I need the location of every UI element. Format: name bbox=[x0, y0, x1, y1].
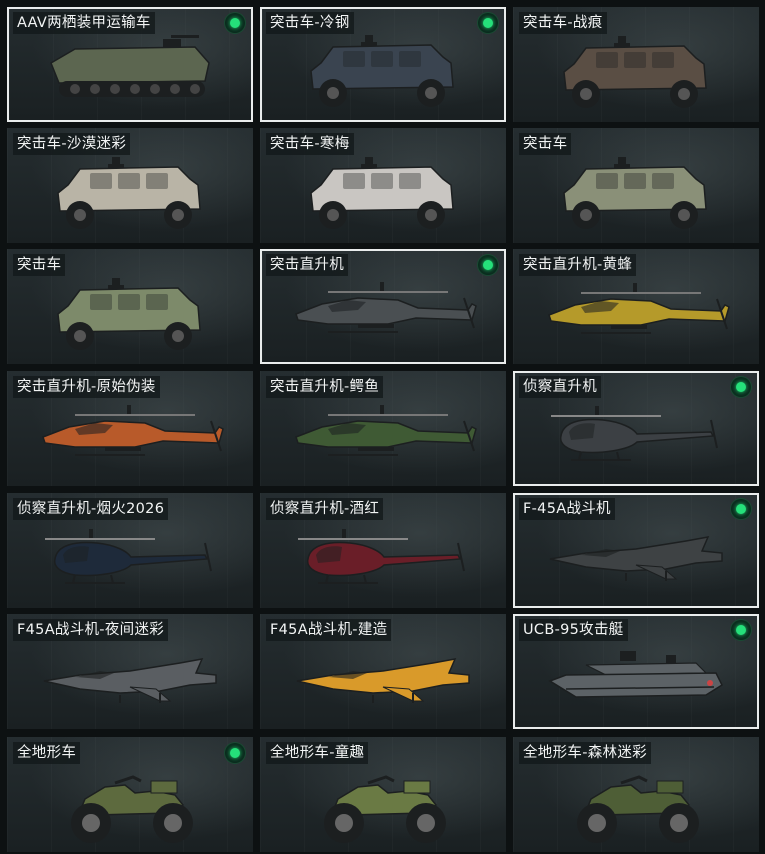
vehicle-name: 全地形车-森林迷彩 bbox=[519, 742, 651, 764]
owned-status-icon bbox=[731, 620, 751, 640]
vehicle-name: 侦察直升机-酒红 bbox=[266, 498, 384, 520]
vehicle-name: UCB-95攻击艇 bbox=[519, 619, 628, 641]
vehicle-name: F45A战斗机-夜间迷彩 bbox=[13, 619, 169, 641]
vehicle-name: 突击车-战痕 bbox=[519, 12, 607, 34]
owned-status-icon bbox=[731, 499, 751, 519]
vehicle-card[interactable]: F45A战斗机-建造 bbox=[260, 614, 506, 729]
owned-status-icon bbox=[731, 377, 751, 397]
vehicle-card[interactable]: 突击直升机-鳄鱼 bbox=[260, 371, 506, 486]
vehicle-name: 突击直升机 bbox=[266, 254, 348, 276]
vehicle-card[interactable]: UCB-95攻击艇 bbox=[513, 614, 759, 729]
vehicle-card[interactable]: AAV两栖装甲运输车 bbox=[7, 7, 253, 122]
vehicle-name: 突击直升机-黄蜂 bbox=[519, 254, 637, 276]
vehicle-name: 侦察直升机-烟火2026 bbox=[13, 498, 169, 520]
vehicle-name: AAV两栖装甲运输车 bbox=[13, 12, 155, 34]
vehicle-name: 突击车-冷钢 bbox=[266, 12, 354, 34]
vehicle-card[interactable]: 侦察直升机-酒红 bbox=[260, 493, 506, 608]
vehicle-name: 突击车 bbox=[13, 254, 66, 276]
owned-status-icon bbox=[225, 13, 245, 33]
owned-status-icon bbox=[225, 743, 245, 763]
vehicle-card[interactable]: 全地形车 bbox=[7, 737, 253, 852]
vehicle-card[interactable]: 全地形车-森林迷彩 bbox=[513, 737, 759, 852]
vehicle-card[interactable]: 突击车 bbox=[7, 249, 253, 364]
vehicle-name: 突击直升机-原始伪装 bbox=[13, 376, 160, 398]
vehicle-card[interactable]: 侦察直升机 bbox=[513, 371, 759, 486]
vehicle-card[interactable]: 突击车-冷钢 bbox=[260, 7, 506, 122]
vehicle-card[interactable]: 突击车-寒梅 bbox=[260, 128, 506, 243]
vehicle-name: F-45A战斗机 bbox=[519, 498, 615, 520]
vehicle-name: 突击车-沙漠迷彩 bbox=[13, 133, 131, 155]
vehicle-card[interactable]: 突击车 bbox=[513, 128, 759, 243]
vehicle-card[interactable]: 突击车-战痕 bbox=[513, 7, 759, 122]
vehicle-card[interactable]: 全地形车-童趣 bbox=[260, 737, 506, 852]
vehicle-name: 全地形车-童趣 bbox=[266, 742, 369, 764]
vehicle-name: 全地形车 bbox=[13, 742, 81, 764]
vehicle-skin-grid: AAV两栖装甲运输车 突击车-冷钢 突击车-战痕 突击车-沙漠迷彩 突击车-寒梅… bbox=[0, 0, 765, 854]
owned-status-icon bbox=[478, 255, 498, 275]
vehicle-card[interactable]: 突击车-沙漠迷彩 bbox=[7, 128, 253, 243]
vehicle-card[interactable]: F45A战斗机-夜间迷彩 bbox=[7, 614, 253, 729]
vehicle-name: 突击车 bbox=[519, 133, 572, 155]
vehicle-card[interactable]: 突击直升机-原始伪装 bbox=[7, 371, 253, 486]
vehicle-name: 侦察直升机 bbox=[519, 376, 601, 398]
vehicle-name: 突击直升机-鳄鱼 bbox=[266, 376, 384, 398]
vehicle-card[interactable]: 侦察直升机-烟火2026 bbox=[7, 493, 253, 608]
owned-status-icon bbox=[478, 13, 498, 33]
vehicle-name: F45A战斗机-建造 bbox=[266, 619, 392, 641]
vehicle-card[interactable]: 突击直升机-黄蜂 bbox=[513, 249, 759, 364]
vehicle-card[interactable]: 突击直升机 bbox=[260, 249, 506, 364]
vehicle-name: 突击车-寒梅 bbox=[266, 133, 354, 155]
vehicle-card[interactable]: F-45A战斗机 bbox=[513, 493, 759, 608]
